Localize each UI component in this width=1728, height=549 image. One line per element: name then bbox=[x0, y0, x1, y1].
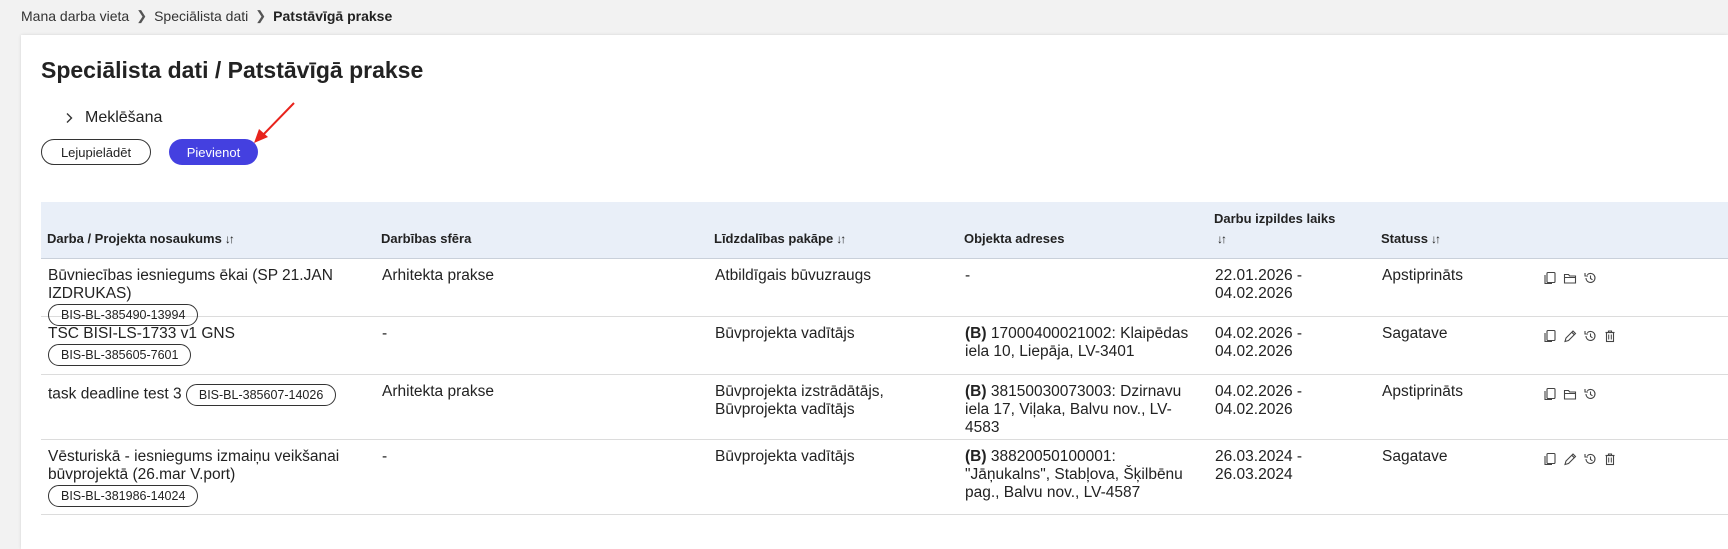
sort-icon: ↓↑ bbox=[836, 232, 846, 246]
history-icon[interactable] bbox=[1583, 387, 1597, 401]
address-type-prefix: (B) bbox=[965, 383, 987, 400]
cell-status: Sagatave bbox=[1382, 325, 1448, 342]
address-text: - bbox=[965, 267, 971, 284]
cell-address: (B) 17000400021002: Klaipēdas iela 10, L… bbox=[958, 317, 1208, 374]
cell-period: 04.02.2026 - 04.02.2026 bbox=[1215, 383, 1303, 418]
cell-actions bbox=[1543, 317, 1728, 374]
history-icon[interactable] bbox=[1583, 271, 1597, 285]
cell-period: 26.03.2024 - 26.03.2024 bbox=[1215, 448, 1303, 483]
history-icon[interactable] bbox=[1583, 329, 1597, 343]
cell-address: (B) 38150030073003: Dzirnavu iela 17, Vi… bbox=[958, 375, 1208, 439]
cell-status: Apstiprināts bbox=[1382, 383, 1463, 400]
breadcrumb-item-specialist[interactable]: Speciālista dati bbox=[154, 8, 248, 24]
cell-actions bbox=[1543, 440, 1728, 514]
practice-table: Darba / Projekta nosaukums ↓↑ Darbības s… bbox=[41, 202, 1728, 515]
cell-sphere: - bbox=[382, 448, 388, 465]
cell-actions bbox=[1543, 259, 1728, 316]
cell-sphere: Arhitekta prakse bbox=[382, 383, 494, 400]
copy-icon[interactable] bbox=[1543, 387, 1557, 401]
trash-icon[interactable] bbox=[1603, 329, 1617, 343]
project-name: TSC BISI-LS-1733 v1 GNS bbox=[48, 325, 235, 342]
address-text: 38150030073003: Dzirnavu iela 17, Viļaka… bbox=[965, 383, 1182, 436]
cell-name: Būvniecības iesniegums ēkai (SP 21.JAN I… bbox=[41, 259, 375, 326]
cell-level: Būvprojekta vadītājs bbox=[715, 448, 855, 465]
copy-icon[interactable] bbox=[1543, 452, 1557, 466]
chevron-right-icon: ❯ bbox=[136, 8, 148, 23]
address-text: 17000400021002: Klaipēdas iela 10, Liepā… bbox=[965, 325, 1189, 360]
cell-name: Vēsturiskā - iesniegums izmaiņu veikšana… bbox=[41, 440, 375, 514]
column-header-actions bbox=[1543, 249, 1728, 258]
copy-icon[interactable] bbox=[1543, 271, 1557, 285]
breadcrumb-item-current: Patstāvīgā prakse bbox=[273, 8, 393, 24]
column-header-address: Objekta adreses bbox=[964, 231, 1065, 246]
edit-icon[interactable] bbox=[1563, 452, 1577, 466]
case-number-badge[interactable]: BIS-BL-381986-14024 bbox=[48, 485, 199, 507]
table-row[interactable]: Būvniecības iesniegums ēkai (SP 21.JAN I… bbox=[41, 259, 1728, 326]
cell-name: TSC BISI-LS-1733 v1 GNS BIS-BL-385605-760… bbox=[41, 317, 375, 374]
folder-icon[interactable] bbox=[1563, 387, 1577, 401]
column-header-name[interactable]: Darba / Projekta nosaukums ↓↑ bbox=[41, 229, 375, 258]
address-type-prefix: (B) bbox=[965, 325, 987, 342]
history-icon[interactable] bbox=[1583, 452, 1597, 466]
address-type-prefix: (B) bbox=[965, 448, 987, 465]
cell-sphere: Arhitekta prakse bbox=[382, 267, 494, 284]
cell-address: (B) 38820050100001: "Jāņukalns", Stabļov… bbox=[958, 440, 1208, 514]
cell-level: Atbildīgais būvuzraugs bbox=[715, 267, 871, 284]
sort-icon: ↓↑ bbox=[224, 232, 235, 246]
table-body: Būvniecības iesniegums ēkai (SP 21.JAN I… bbox=[41, 259, 1728, 515]
cell-actions bbox=[1543, 375, 1728, 439]
breadcrumb: Mana darba vieta ❯ Speciālista dati ❯ Pa… bbox=[21, 8, 392, 24]
folder-icon[interactable] bbox=[1563, 271, 1577, 285]
column-header-status[interactable]: Statuss ↓↑ bbox=[1375, 229, 1543, 258]
project-name: task deadline test 3 bbox=[48, 385, 182, 403]
cell-level: Būvprojekta vadītājs bbox=[715, 325, 855, 342]
chevron-right-icon: ❯ bbox=[255, 8, 267, 23]
cell-status: Apstiprināts bbox=[1382, 267, 1463, 284]
cell-period: 04.02.2026 - 04.02.2026 bbox=[1215, 325, 1303, 360]
breadcrumb-item-workplace[interactable]: Mana darba vieta bbox=[21, 8, 129, 24]
table-row[interactable]: TSC BISI-LS-1733 v1 GNS BIS-BL-385605-760… bbox=[41, 317, 1728, 375]
annotation-arrow-icon bbox=[254, 102, 295, 143]
cell-period: 22.01.2026 - 04.02.2026 bbox=[1215, 267, 1303, 302]
content-card: Speciālista dati / Patstāvīgā prakse Mek… bbox=[21, 35, 1728, 549]
search-toggle[interactable]: Meklēšana bbox=[63, 109, 162, 127]
sort-icon: ↓↑ bbox=[1430, 232, 1441, 246]
cell-level: Būvprojekta izstrādātājs, Būvprojekta va… bbox=[715, 383, 884, 418]
copy-icon[interactable] bbox=[1543, 329, 1557, 343]
column-header-sphere: Darbības sfēra bbox=[381, 231, 472, 246]
project-name: Vēsturiskā - iesniegums izmaiņu veikšana… bbox=[48, 448, 340, 483]
edit-icon[interactable] bbox=[1563, 329, 1577, 343]
case-number-badge[interactable]: BIS-BL-385607-14026 bbox=[185, 384, 337, 406]
download-button[interactable]: Lejupielādēt bbox=[41, 139, 151, 165]
project-name: Būvniecības iesniegums ēkai (SP 21.JAN I… bbox=[48, 267, 333, 302]
add-button[interactable]: Pievienot bbox=[169, 139, 258, 165]
table-header: Darba / Projekta nosaukums ↓↑ Darbības s… bbox=[41, 202, 1728, 259]
page-title: Speciālista dati / Patstāvīgā prakse bbox=[41, 57, 424, 83]
cell-sphere: - bbox=[382, 325, 388, 342]
column-header-period[interactable]: Darbu izpildes laiks ↓↑ bbox=[1208, 209, 1375, 258]
chevron-right-icon bbox=[66, 113, 73, 123]
cell-name: task deadline test 3 BIS-BL-385607-14026 bbox=[41, 375, 375, 439]
case-number-badge[interactable]: BIS-BL-385605-7601 bbox=[48, 344, 192, 366]
cell-status: Sagatave bbox=[1382, 448, 1448, 465]
table-row[interactable]: Vēsturiskā - iesniegums izmaiņu veikšana… bbox=[41, 440, 1728, 515]
column-header-level[interactable]: Līdzdalības pakāpe ↓↑ bbox=[708, 229, 958, 258]
address-text: 38820050100001: "Jāņukalns", Stabļova, Š… bbox=[965, 448, 1183, 501]
trash-icon[interactable] bbox=[1603, 452, 1617, 466]
cell-address: - bbox=[958, 259, 1208, 316]
search-toggle-label: Meklēšana bbox=[85, 109, 163, 126]
table-row[interactable]: task deadline test 3 BIS-BL-385607-14026… bbox=[41, 375, 1728, 440]
sort-icon: ↓↑ bbox=[1217, 232, 1227, 246]
